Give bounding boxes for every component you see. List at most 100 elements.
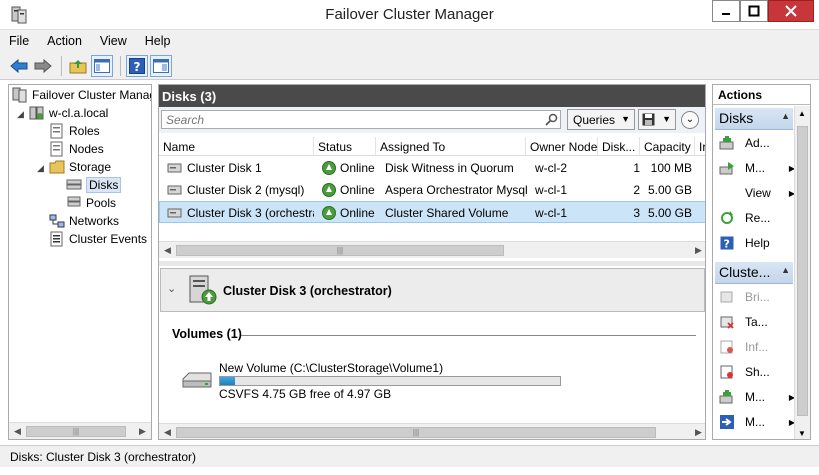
column-capacity[interactable]: Capacity: [640, 137, 695, 156]
action-show-critical-events[interactable]: Sh...: [719, 362, 793, 382]
scroll-right-icon[interactable]: ▶: [690, 427, 705, 438]
actions-vertical-scrollbar[interactable]: ▲ ▼: [794, 106, 810, 439]
scroll-up-icon[interactable]: ▲: [798, 109, 806, 118]
show-hide-action-pane-button[interactable]: [150, 54, 172, 77]
svg-text:?: ?: [134, 60, 141, 74]
action-label: M...: [745, 161, 765, 175]
search-icon[interactable]: [545, 113, 558, 126]
action-refresh[interactable]: Re...: [719, 208, 793, 228]
menu-help[interactable]: Help: [136, 34, 180, 48]
chevron-down-icon: ⌄: [685, 114, 695, 125]
action-label: M...: [745, 390, 765, 404]
action-label: Bri...: [745, 290, 770, 304]
help-button[interactable]: ?: [126, 54, 148, 77]
menu-action[interactable]: Action: [38, 34, 91, 48]
column-assigned-to[interactable]: Assigned To: [376, 137, 526, 156]
cell-name: Cluster Disk 2 (mysql): [167, 183, 314, 197]
cell-status: Online: [322, 161, 375, 175]
tree-item-disks[interactable]: Disks: [66, 176, 122, 194]
action-add-disk[interactable]: Ad...: [719, 133, 793, 153]
action-move[interactable]: M... ▶: [719, 412, 795, 432]
cell-name: Cluster Disk 3 (orchestra...: [167, 206, 314, 220]
save-query-dropdown[interactable]: ▼: [638, 109, 676, 130]
collapse-chevron-icon[interactable]: ⌄: [167, 282, 176, 295]
actions-group-cluster-disk[interactable]: Cluste... ▲: [715, 262, 793, 284]
tree-item-pools[interactable]: Pools: [66, 194, 116, 212]
action-view[interactable]: View ▶: [719, 183, 795, 203]
scroll-thumb[interactable]: |||: [26, 425, 126, 437]
refresh-icon: [719, 210, 735, 226]
scroll-thumb[interactable]: |||: [176, 426, 656, 438]
table-horizontal-scrollbar[interactable]: ◀ ||| ▶: [159, 241, 705, 258]
show-hide-tree-button[interactable]: [91, 54, 113, 77]
queries-dropdown[interactable]: Queries ▼: [567, 109, 635, 130]
volumes-label: Volumes (1): [172, 327, 242, 341]
tree-item-cluster-events[interactable]: Cluster Events: [49, 230, 147, 248]
collapse-arrow-icon[interactable]: ◢: [37, 163, 44, 174]
cell-status: Online: [322, 206, 375, 220]
column-disk-number[interactable]: Disk...: [598, 137, 640, 156]
scroll-left-icon[interactable]: ◀: [9, 426, 26, 437]
maximize-button[interactable]: [740, 0, 768, 22]
action-information-details[interactable]: Inf...: [719, 337, 793, 357]
table-row[interactable]: Cluster Disk 1 Online Disk Witness in Qu…: [159, 157, 705, 179]
action-more-actions[interactable]: M... ▶: [719, 387, 795, 407]
volume-usage-bar: [219, 376, 561, 386]
scroll-left-icon[interactable]: ◀: [159, 427, 176, 438]
table-row-selected[interactable]: Cluster Disk 3 (orchestra... Online Clus…: [159, 201, 705, 223]
menu-file[interactable]: File: [0, 34, 38, 48]
column-owner-node[interactable]: Owner Node: [526, 137, 598, 156]
scroll-thumb[interactable]: |||: [176, 244, 504, 256]
collapse-pane-button[interactable]: ⌄: [681, 111, 699, 129]
action-label: Sh...: [745, 365, 770, 379]
table-row[interactable]: Cluster Disk 2 (mysql) Online Aspera Orc…: [159, 179, 705, 201]
close-icon: [785, 5, 797, 17]
scroll-right-icon[interactable]: ▶: [134, 426, 151, 437]
search-input[interactable]: Search: [161, 110, 561, 129]
collapse-arrow-icon[interactable]: ◢: [17, 109, 24, 120]
information-icon: [719, 339, 735, 355]
column-name[interactable]: Name: [159, 137, 314, 156]
volume-name[interactable]: New Volume (C:\ClusterStorage\Volume1): [219, 361, 443, 375]
add-disk-icon: [719, 135, 735, 151]
action-label: Help: [745, 236, 770, 250]
tree-label: Disks: [86, 177, 122, 193]
action-move-available-storage[interactable]: M... ▶: [719, 158, 795, 178]
storage-folder-icon: [49, 160, 65, 174]
disks-icon: [66, 179, 82, 190]
action-take-offline[interactable]: Ta...: [719, 312, 793, 332]
collapse-up-icon[interactable]: ▲: [781, 111, 790, 121]
column-status[interactable]: Status: [314, 137, 376, 156]
up-level-button[interactable]: [67, 55, 89, 77]
minimize-button[interactable]: [712, 0, 740, 22]
column-info[interactable]: Ir: [695, 137, 705, 156]
tree-item-nodes[interactable]: Nodes: [49, 140, 104, 158]
close-button[interactable]: [768, 0, 814, 22]
scroll-down-icon[interactable]: ▼: [798, 429, 806, 438]
tree-horizontal-scrollbar[interactable]: ◀ ||| ▶: [9, 422, 151, 439]
action-help[interactable]: ? Help: [719, 233, 793, 253]
disk-icon: [167, 208, 182, 218]
detail-horizontal-scrollbar[interactable]: ◀ ||| ▶: [159, 423, 705, 439]
collapse-up-icon[interactable]: ▲: [781, 265, 790, 275]
tree-item-networks[interactable]: Networks: [49, 212, 119, 230]
scroll-left-icon[interactable]: ◀: [159, 245, 176, 256]
cell-disk-number: 1: [633, 161, 640, 175]
tree-item-root[interactable]: Failover Cluster Manag: [12, 86, 151, 104]
menu-view[interactable]: View: [91, 34, 136, 48]
back-button[interactable]: [8, 55, 30, 77]
detail-header: ⌄ Cluster Disk 3 (orchestrator): [160, 268, 705, 312]
status-text: Online: [340, 183, 375, 197]
cell-assigned-to: Cluster Shared Volume: [385, 206, 509, 220]
scroll-right-icon[interactable]: ▶: [690, 245, 705, 256]
help-icon: ?: [719, 235, 735, 251]
actions-group-disks[interactable]: Disks ▲: [715, 108, 793, 130]
action-bring-online[interactable]: Bri...: [719, 287, 793, 307]
tree-item-storage[interactable]: Storage: [49, 158, 111, 176]
forward-button[interactable]: [32, 55, 54, 77]
pane-splitter[interactable]: [159, 261, 705, 266]
tree-item-roles[interactable]: Roles: [49, 122, 100, 140]
disk-name: Cluster Disk 1: [187, 161, 262, 175]
scroll-thumb[interactable]: [797, 126, 808, 416]
tree-item-cluster[interactable]: w-cl.a.local: [29, 104, 108, 122]
